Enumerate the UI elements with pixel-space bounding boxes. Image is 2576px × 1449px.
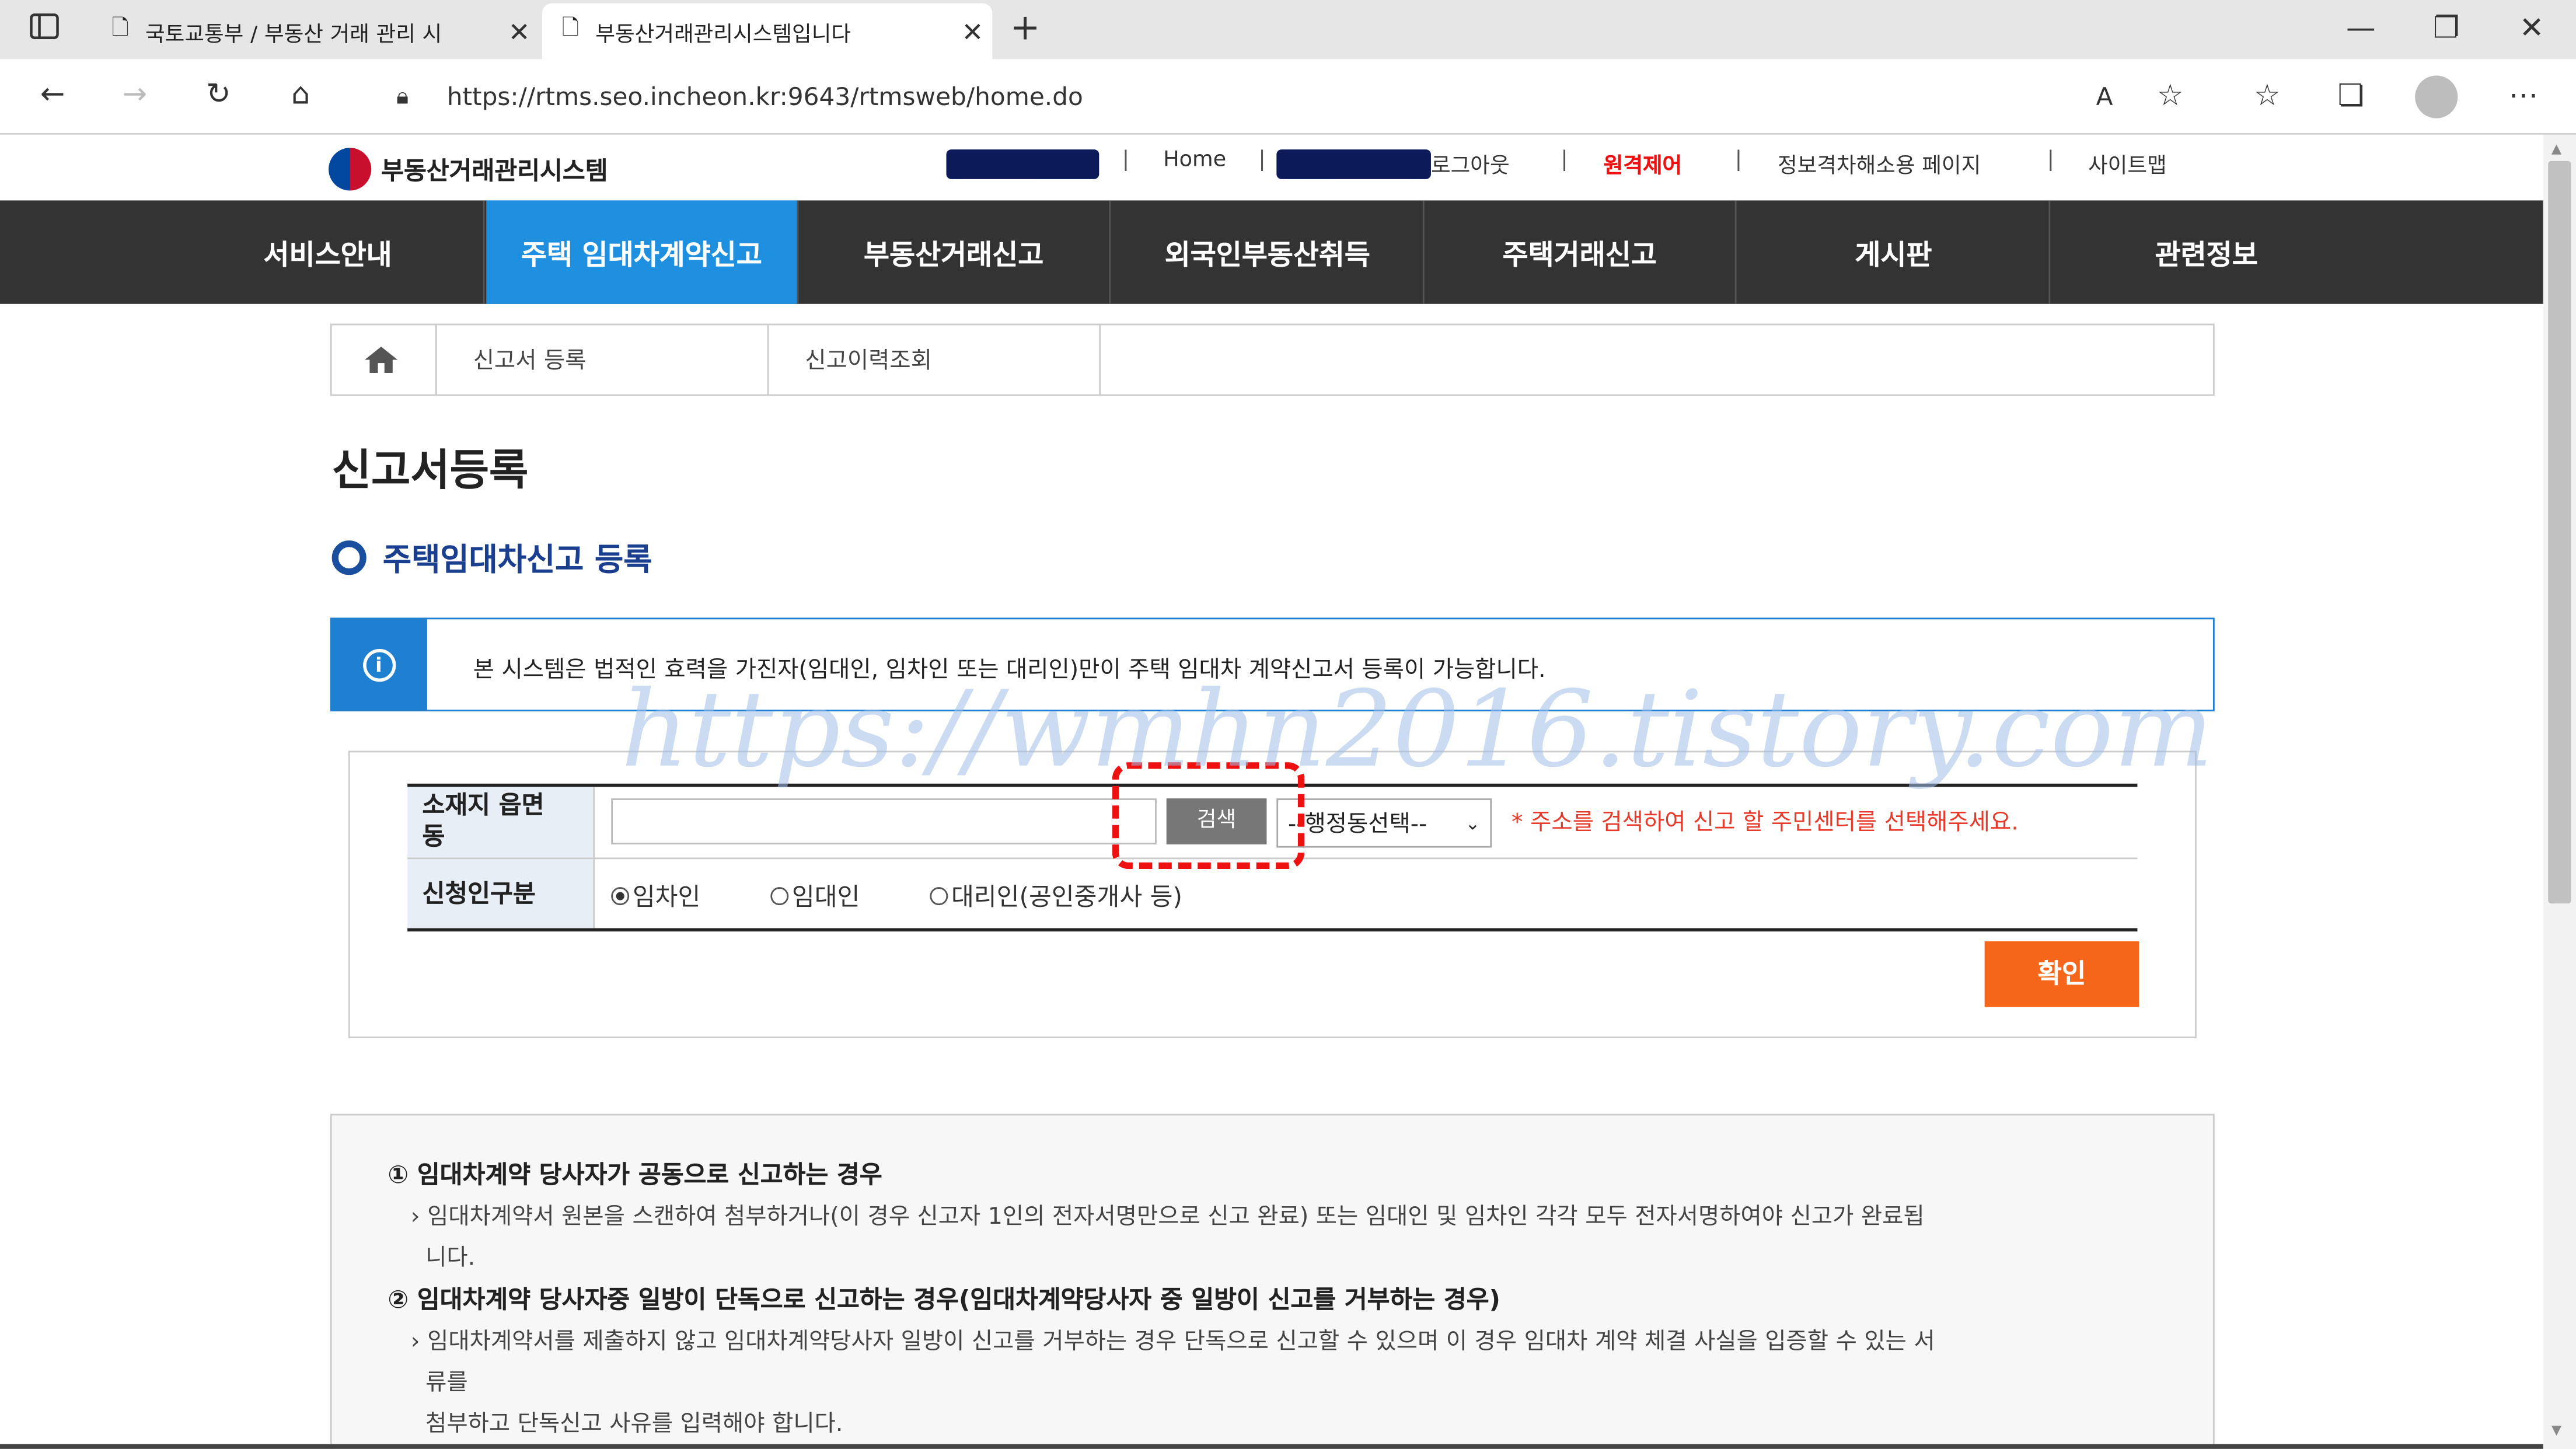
nav-housing-lease[interactable]: 주택 임대차계약신고 (486, 200, 799, 304)
page-title: 신고서등록 (331, 446, 529, 497)
address-input[interactable] (611, 798, 1157, 844)
guide-item1-title: ① 임대차계약 당사자가 공동으로 신고하는 경우 (388, 1160, 882, 1190)
guide-item2-line: 류를 (425, 1370, 468, 1396)
add-favorite-icon[interactable]: ☆ (2146, 72, 2195, 121)
tab-title: 국토교통부 / 부동산 거래 관리 시 (145, 22, 442, 47)
watermark-text: https://wmhn2016.tistory.com (621, 670, 2214, 792)
divider: | (1734, 148, 1743, 173)
minimize-icon[interactable]: — (2336, 5, 2385, 54)
read-aloud-icon[interactable]: A (2080, 72, 2129, 121)
crumb-register[interactable]: 신고서 등록 (437, 323, 769, 396)
radio-label: 대리인(공인중개사 등) (951, 882, 1182, 912)
guide-item2-line: 첨부하고 단독신고 사유를 입력해야 합니다. (425, 1411, 843, 1438)
remote-control-link[interactable]: 원격제어 (1604, 148, 1683, 179)
guide-item1-line: › 임대차계약서 원본을 스캔하여 첨부하거나(이 경우 신고자 1인의 전자서… (410, 1204, 1925, 1231)
browser-tab-rtms[interactable]: 🗋 부동산거래관리시스템입니다 ✕ (542, 3, 993, 60)
guide-item2-title: ② 임대차계약 당사자중 일방이 단독으로 신고하는 경우(임대차계약당사자 중… (388, 1284, 1500, 1315)
radio-button[interactable] (930, 887, 948, 906)
tab-title: 부동산거래관리시스템입니다 (595, 22, 851, 47)
accessibility-page-link[interactable]: 정보격차해소용 페이지 (1778, 148, 1981, 179)
logout-link[interactable]: 로그아웃 (1431, 148, 1510, 179)
tab-actions-icon[interactable] (20, 6, 69, 55)
more-icon[interactable]: ⋯ (2499, 72, 2548, 121)
address-hint: * 주소를 검색하여 신고 할 주민센터를 선택해주세요. (1511, 809, 2019, 836)
emblem-icon (329, 148, 372, 191)
scroll-up-icon[interactable]: ▲ (2551, 141, 2561, 156)
divider: | (2047, 148, 2054, 173)
section-title: 주택임대차신고 등록 (331, 536, 652, 580)
refresh-icon[interactable]: ↻ (194, 71, 243, 120)
home-link[interactable]: Home (1163, 148, 1226, 172)
ring-bullet-icon (331, 540, 366, 575)
new-tab-icon[interactable]: + (1000, 5, 1049, 54)
home-icon (364, 346, 398, 373)
window-close-icon[interactable]: ✕ (2507, 5, 2556, 54)
location-label-line: 소재지 읍면 (422, 790, 544, 820)
redacted-user-info (1276, 149, 1431, 179)
nav-real-estate-deal[interactable]: 부동산거래신고 (798, 200, 1111, 304)
section-title-text: 주택임대차신고 등록 (382, 542, 652, 578)
close-icon[interactable]: ✕ (500, 16, 539, 47)
sitemap-link[interactable]: 사이트맵 (2088, 148, 2167, 179)
notice-icon-box: i (330, 617, 427, 711)
redacted-user-name (946, 149, 1099, 179)
chevron-down-icon: ⌄ (1465, 812, 1481, 834)
radio-button[interactable] (770, 887, 789, 906)
confirm-button[interactable]: 확인 (1984, 941, 2139, 1007)
guide-item2-line: › 임대차계약서를 제출하지 않고 임대차계약당사자 일방이 신고를 거부하는 … (410, 1329, 1935, 1356)
forward-icon[interactable]: → (110, 71, 159, 120)
divider: | (1258, 148, 1266, 173)
home-crumb[interactable] (330, 323, 437, 396)
radio-button[interactable] (611, 887, 630, 906)
info-icon: i (362, 648, 396, 681)
favorites-icon[interactable]: ☆ (2243, 72, 2292, 121)
applicant-label: 신청인구분 (407, 859, 595, 928)
nav-board[interactable]: 게시판 (1738, 200, 2051, 304)
scrollbar-thumb[interactable] (2548, 160, 2571, 904)
page-icon: 🗋 (111, 16, 129, 41)
divider: | (1561, 148, 1568, 173)
radio-label: 임차인 (632, 882, 701, 912)
dong-select[interactable]: --행정동선택-- ⌄ (1276, 798, 1492, 848)
location-label: 소재지 읍면 동 (407, 787, 595, 858)
logo-text: 부동산거래관리시스템 (381, 155, 608, 185)
nav-foreigner-acquisition[interactable]: 외국인부동산취득 (1112, 200, 1425, 304)
back-icon[interactable]: ← (28, 71, 77, 120)
site-logo[interactable]: 부동산거래관리시스템 (329, 148, 608, 191)
browser-tab-molit[interactable]: 🗋 국토교통부 / 부동산 거래 관리 시 ✕ (92, 4, 539, 60)
home-icon[interactable]: ⌂ (276, 71, 325, 120)
radio-label: 임대인 (791, 882, 860, 912)
radio-lessor[interactable]: 임대인 (770, 879, 860, 913)
crumb-history[interactable]: 신고이력조회 (769, 323, 1101, 396)
collections-icon[interactable]: ❏ (2326, 72, 2375, 121)
dong-select-value: --행정동선택-- (1288, 811, 1427, 838)
divider: | (1122, 148, 1130, 173)
nav-service-info[interactable]: 서비스안내 (173, 200, 485, 304)
scroll-down-icon[interactable]: ▼ (2551, 1423, 2561, 1437)
nav-housing-deal[interactable]: 주택거래신고 (1425, 200, 1737, 304)
url-text[interactable]: https://rtms.seo.incheon.kr:9643/rtmsweb… (447, 82, 1083, 112)
lock-icon[interactable]: 🔒︎ (378, 72, 427, 121)
close-icon[interactable]: ✕ (953, 16, 993, 47)
radio-agent[interactable]: 대리인(공인중개사 등) (930, 879, 1182, 913)
page-icon: 🗋 (561, 16, 580, 41)
avatar[interactable] (2415, 75, 2458, 118)
guide-item1-line: 니다. (425, 1245, 476, 1272)
radio-lessee[interactable]: 임차인 (611, 879, 700, 913)
nav-related-info[interactable]: 관련정보 (2050, 200, 2362, 303)
location-label-line: 동 (422, 821, 445, 851)
restore-icon[interactable]: ❐ (2421, 5, 2470, 54)
